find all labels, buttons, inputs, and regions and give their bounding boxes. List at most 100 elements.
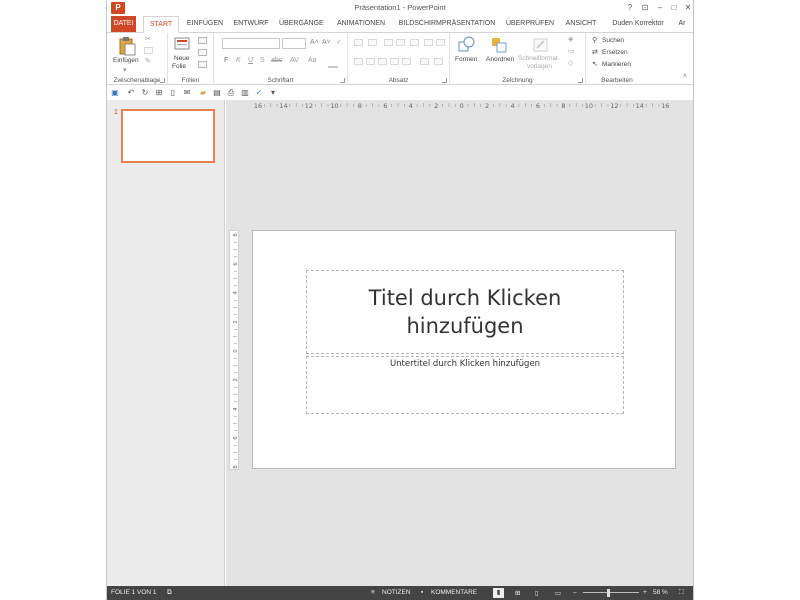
tab-entwurf[interactable]: ENTWURF (231, 16, 271, 32)
undo-icon[interactable]: ↶ (126, 88, 136, 98)
copy-icon[interactable] (144, 47, 153, 54)
cut-icon[interactable]: ✂ (145, 35, 151, 43)
drawing-launcher-icon[interactable] (578, 78, 583, 83)
collapse-ribbon-icon[interactable]: ˄ (683, 73, 687, 80)
italic-button[interactable]: K (236, 57, 241, 64)
font-color-button[interactable] (328, 57, 338, 68)
reset-icon[interactable] (198, 49, 207, 56)
spelling-icon[interactable]: ✓ (254, 88, 264, 98)
slide-editing-area[interactable]: 16 14 12 10 8 6 4 2 0 2 4 6 8 10 12 14 16 8 6 4 2 0 2 4 6 8 Tite… (226, 100, 693, 586)
help-button[interactable]: ? (623, 2, 637, 14)
customize-qat-icon[interactable]: ▾ (268, 88, 278, 98)
paste-icon[interactable] (117, 36, 137, 56)
maximize-button[interactable]: □ (667, 2, 681, 14)
ribbon-display-options-button[interactable]: ⊡ (638, 2, 652, 14)
distributed-icon[interactable] (402, 58, 411, 65)
redo-icon[interactable]: ↻ (140, 88, 150, 98)
shrink-font-icon[interactable]: A˅ (322, 39, 331, 46)
zoom-in-icon[interactable]: + (643, 589, 647, 596)
close-button[interactable]: ✕ (681, 2, 693, 14)
tab-overflow[interactable]: Ar (673, 16, 691, 32)
paragraph-launcher-icon[interactable] (442, 78, 447, 83)
underline-button[interactable]: U (248, 57, 253, 64)
clear-format-icon[interactable]: ✓ (336, 38, 342, 46)
tab-duden-korrektor[interactable]: Duden Korrektor (607, 16, 669, 32)
increase-indent-icon[interactable] (396, 39, 405, 46)
new-slide-icon[interactable] (174, 36, 190, 52)
normal-view-icon[interactable]: ▮ (493, 588, 504, 598)
save-icon[interactable]: ▣ (110, 88, 120, 98)
align-center-icon[interactable] (366, 58, 375, 65)
tab-bildschirmpraesentation[interactable]: BILDSCHIRMPRÄSENTATION (397, 16, 497, 32)
font-size-dropdown[interactable] (282, 38, 306, 49)
align-left-icon[interactable] (354, 58, 363, 65)
print-icon[interactable]: ▥ (240, 88, 250, 98)
comments-icon[interactable]: ▪ (421, 589, 423, 596)
new-slide-label-1[interactable]: Neue (174, 55, 190, 62)
quick-print-icon[interactable]: ▤ (212, 88, 222, 98)
notes-icon[interactable]: ≡ (371, 589, 375, 596)
justify-icon[interactable] (390, 58, 399, 65)
quick-styles-label-1[interactable]: Schnellformat- (518, 55, 560, 62)
change-case-button[interactable]: Aa (308, 57, 317, 64)
zoom-slider-track[interactable] (583, 592, 639, 593)
shape-fill-icon[interactable]: ◈ (568, 35, 573, 43)
arrange-icon[interactable] (490, 36, 508, 54)
shape-effects-icon[interactable]: ◇ (568, 59, 573, 67)
align-text-icon[interactable] (420, 58, 429, 65)
replace-label[interactable]: Ersetzen (602, 49, 628, 56)
line-spacing-icon[interactable] (410, 39, 419, 46)
bold-button[interactable]: F (224, 57, 228, 64)
fit-to-window-icon[interactable]: ⛶ (679, 589, 684, 597)
slide-sorter-icon[interactable]: ⊞ (515, 589, 520, 597)
print-preview-icon[interactable]: ⎙ (226, 88, 236, 98)
slide[interactable]: Titel durch Klicken hinzufügen Untertite… (252, 230, 676, 469)
shadow-button[interactable]: S (260, 57, 265, 64)
replace-icon[interactable]: ⇄ (592, 48, 598, 56)
columns-icon[interactable] (424, 39, 433, 46)
decrease-indent-icon[interactable] (384, 39, 393, 46)
grow-font-icon[interactable]: A˄ (310, 39, 319, 46)
quick-styles-label-2[interactable]: vorlagen (527, 63, 552, 70)
zoom-out-icon[interactable]: – (573, 589, 577, 596)
paste-label[interactable]: Einfügen (113, 57, 139, 64)
new-document-icon[interactable]: ▯ (168, 88, 178, 98)
select-icon[interactable]: ↖ (592, 60, 598, 68)
arrange-label[interactable]: Anordnen (486, 56, 514, 63)
smartart-icon[interactable] (434, 58, 443, 65)
tab-start[interactable]: START (143, 16, 179, 33)
title-placeholder[interactable]: Titel durch Klicken hinzufügen (306, 270, 624, 354)
text-direction-icon[interactable] (436, 39, 445, 46)
notes-button[interactable]: NOTIZEN (382, 589, 411, 596)
find-label[interactable]: Suchen (602, 37, 624, 44)
spelling-status-icon[interactable]: ⧉ (167, 589, 172, 597)
zoom-level[interactable]: 58 % (653, 589, 668, 596)
select-label[interactable]: Markieren (602, 61, 631, 68)
tab-ueberpruefen[interactable]: ÜBERPRÜFEN (505, 16, 555, 32)
zoom-slider-thumb[interactable] (607, 589, 610, 597)
char-spacing-button[interactable]: AV (290, 57, 299, 64)
shape-outline-icon[interactable]: ▭ (568, 47, 575, 55)
open-icon[interactable]: ▰ (198, 88, 208, 98)
subtitle-placeholder[interactable]: Untertitel durch Klicken hinzufügen (306, 356, 624, 414)
reading-view-icon[interactable]: ▯ (535, 589, 539, 597)
minimize-button[interactable]: – (653, 2, 667, 14)
numbering-icon[interactable] (368, 39, 377, 46)
strikethrough-button[interactable]: abc (271, 57, 282, 64)
tab-datei[interactable]: DATEI (111, 16, 136, 32)
shapes-icon[interactable] (458, 36, 476, 54)
format-painter-icon[interactable]: ✎ (145, 57, 151, 65)
find-icon[interactable]: ⚲ (592, 36, 597, 44)
paste-dropdown-icon[interactable]: ▾ (123, 66, 127, 74)
section-icon[interactable] (198, 61, 207, 68)
tab-animationen[interactable]: ANIMATIONEN (333, 16, 389, 32)
start-slideshow-icon[interactable]: ⊞ (154, 88, 164, 98)
tab-einfuegen[interactable]: EINFÜGEN (185, 16, 225, 32)
shapes-label[interactable]: Formen (455, 56, 477, 63)
align-right-icon[interactable] (378, 58, 387, 65)
email-icon[interactable]: ✉ (182, 88, 192, 98)
bullets-icon[interactable] (354, 39, 363, 46)
slideshow-view-icon[interactable]: ▭ (555, 589, 561, 597)
new-slide-label-2[interactable]: Folie (172, 63, 186, 70)
tab-uebergaenge[interactable]: ÜBERGÄNGE (279, 16, 324, 32)
